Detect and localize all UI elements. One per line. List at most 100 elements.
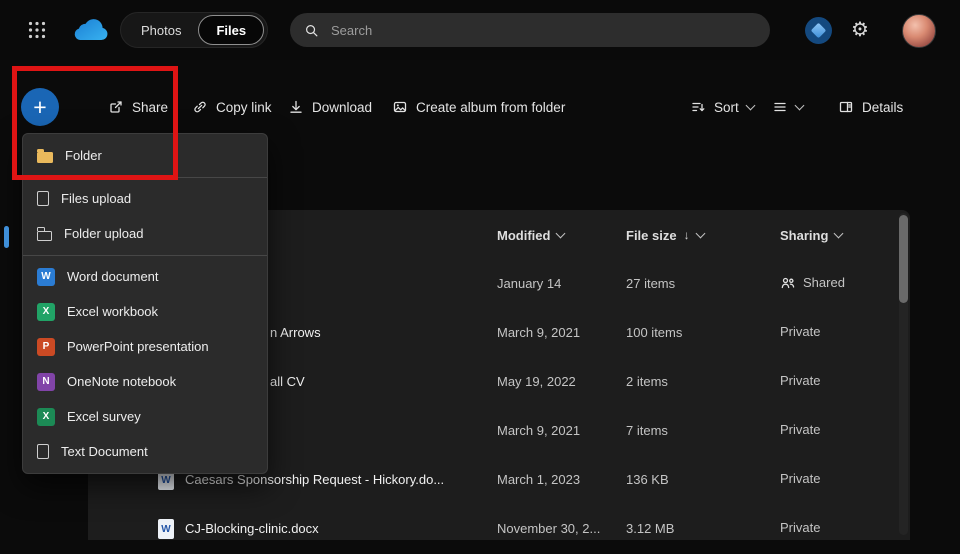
- download-icon: [288, 99, 304, 115]
- menu-divider: [23, 177, 267, 178]
- image-icon: [392, 99, 408, 115]
- menu-item-label: Text Document: [61, 444, 148, 459]
- people-icon: [780, 276, 796, 290]
- menu-item-icon: X: [37, 408, 55, 426]
- scrollbar-track[interactable]: [899, 213, 908, 535]
- menu-divider: [23, 255, 267, 256]
- file-name: n Arrows: [270, 325, 321, 340]
- sharing-header-label: Sharing: [780, 228, 828, 243]
- copy-link-label: Copy link: [216, 100, 272, 115]
- new-item-menu: Folder Files upload Folder upload W Word…: [22, 133, 268, 474]
- onedrive-logo-icon[interactable]: [70, 17, 110, 43]
- tab-photos[interactable]: Photos: [124, 16, 198, 44]
- file-name: CJ-Blocking-clinic.docx: [185, 521, 319, 536]
- menu-item-label: Word document: [67, 269, 159, 284]
- details-button[interactable]: Details: [838, 96, 903, 118]
- app-launcher-icon[interactable]: [28, 21, 46, 39]
- menu-item-label: OneNote notebook: [67, 374, 176, 389]
- download-label: Download: [312, 100, 372, 115]
- file-size: 7 items: [626, 423, 668, 438]
- menu-item-label: Excel workbook: [67, 304, 158, 319]
- details-label: Details: [862, 100, 903, 115]
- modified-date: March 9, 2021: [497, 325, 580, 340]
- search-input[interactable]: [329, 22, 756, 39]
- menu-item[interactable]: P PowerPoint presentation: [23, 329, 267, 364]
- sort-button[interactable]: Sort: [690, 96, 754, 118]
- modified-date: November 30, 2...: [497, 521, 600, 536]
- menu-item[interactable]: X Excel workbook: [23, 294, 267, 329]
- sharing-status: Private: [780, 520, 820, 535]
- sort-label: Sort: [714, 100, 739, 115]
- link-icon: [192, 99, 208, 115]
- chevron-down-icon: [695, 229, 705, 239]
- sharing-label: Private: [780, 422, 820, 437]
- modified-header-label: Modified: [497, 228, 550, 243]
- search-icon: [304, 23, 319, 38]
- chevron-down-icon: [834, 229, 844, 239]
- menu-item[interactable]: W Word document: [23, 259, 267, 294]
- modified-date: May 19, 2022: [497, 374, 576, 389]
- sharing-label: Private: [780, 520, 820, 535]
- menu-item-icon: [37, 231, 52, 241]
- menu-item-icon: N: [37, 373, 55, 391]
- account-avatar[interactable]: [902, 14, 936, 48]
- menu-item-icon: X: [37, 303, 55, 321]
- menu-item[interactable]: Text Document: [23, 434, 267, 469]
- sort-descending-icon: ↓: [684, 228, 690, 242]
- download-button[interactable]: Download: [288, 96, 372, 118]
- menu-item[interactable]: Folder: [23, 138, 267, 173]
- share-icon: [108, 99, 124, 115]
- menu-item[interactable]: N OneNote notebook: [23, 364, 267, 399]
- top-bar: Photos Files ⚙: [0, 0, 960, 60]
- menu-item-icon: [37, 444, 49, 459]
- premium-badge-icon[interactable]: [805, 17, 832, 44]
- file-size: 136 KB: [626, 472, 669, 487]
- search-box[interactable]: [290, 13, 770, 47]
- photos-files-toggle: Photos Files: [120, 12, 268, 48]
- menu-item[interactable]: Files upload: [23, 181, 267, 216]
- menu-item-icon: [37, 152, 53, 163]
- table-row[interactable]: W CJ-Blocking-clinic.docx November 30, 2…: [88, 505, 910, 554]
- file-size: 3.12 MB: [626, 521, 674, 536]
- menu-item[interactable]: Folder upload: [23, 216, 267, 251]
- menu-item-icon: W: [37, 268, 55, 286]
- modified-date: March 1, 2023: [497, 472, 580, 487]
- column-header-sharing[interactable]: Sharing: [780, 210, 842, 260]
- file-name: all CV: [270, 374, 305, 389]
- scrollbar-thumb[interactable]: [899, 215, 908, 303]
- file-size: 100 items: [626, 325, 682, 340]
- copy-link-button[interactable]: Copy link: [192, 96, 272, 118]
- file-type-icon: W: [158, 519, 174, 539]
- menu-item[interactable]: X Excel survey: [23, 399, 267, 434]
- sharing-status: Private: [780, 422, 820, 437]
- create-album-button[interactable]: Create album from folder: [392, 96, 565, 118]
- sharing-status: Private: [780, 324, 820, 339]
- menu-item-label: Folder upload: [64, 226, 144, 241]
- column-header-file-size[interactable]: File size ↓: [626, 210, 704, 260]
- menu-item-icon: P: [37, 338, 55, 356]
- share-button[interactable]: Share: [108, 96, 168, 118]
- sharing-label: Private: [780, 373, 820, 388]
- sharing-status: Private: [780, 373, 820, 388]
- left-edge-indicator: [4, 226, 9, 248]
- menu-item-label: Files upload: [61, 191, 131, 206]
- view-options-button[interactable]: [772, 96, 803, 118]
- column-header-modified[interactable]: Modified: [497, 210, 564, 260]
- list-view-icon: [772, 99, 788, 115]
- tab-files[interactable]: Files: [198, 15, 264, 45]
- new-button[interactable]: +: [21, 88, 59, 126]
- details-pane-icon: [838, 99, 854, 115]
- modified-date: March 9, 2021: [497, 423, 580, 438]
- menu-item-label: Excel survey: [67, 409, 141, 424]
- modified-date: January 14: [497, 276, 561, 291]
- chevron-down-icon: [795, 101, 805, 111]
- menu-item-label: Folder: [65, 148, 102, 163]
- menu-item-label: PowerPoint presentation: [67, 339, 209, 354]
- diamond-icon: [811, 23, 827, 39]
- file-size-header-label: File size: [626, 228, 677, 243]
- sharing-status: Shared: [780, 275, 845, 290]
- settings-gear-icon[interactable]: ⚙: [851, 18, 869, 42]
- file-size: 27 items: [626, 276, 675, 291]
- share-label: Share: [132, 100, 168, 115]
- chevron-down-icon: [745, 101, 755, 111]
